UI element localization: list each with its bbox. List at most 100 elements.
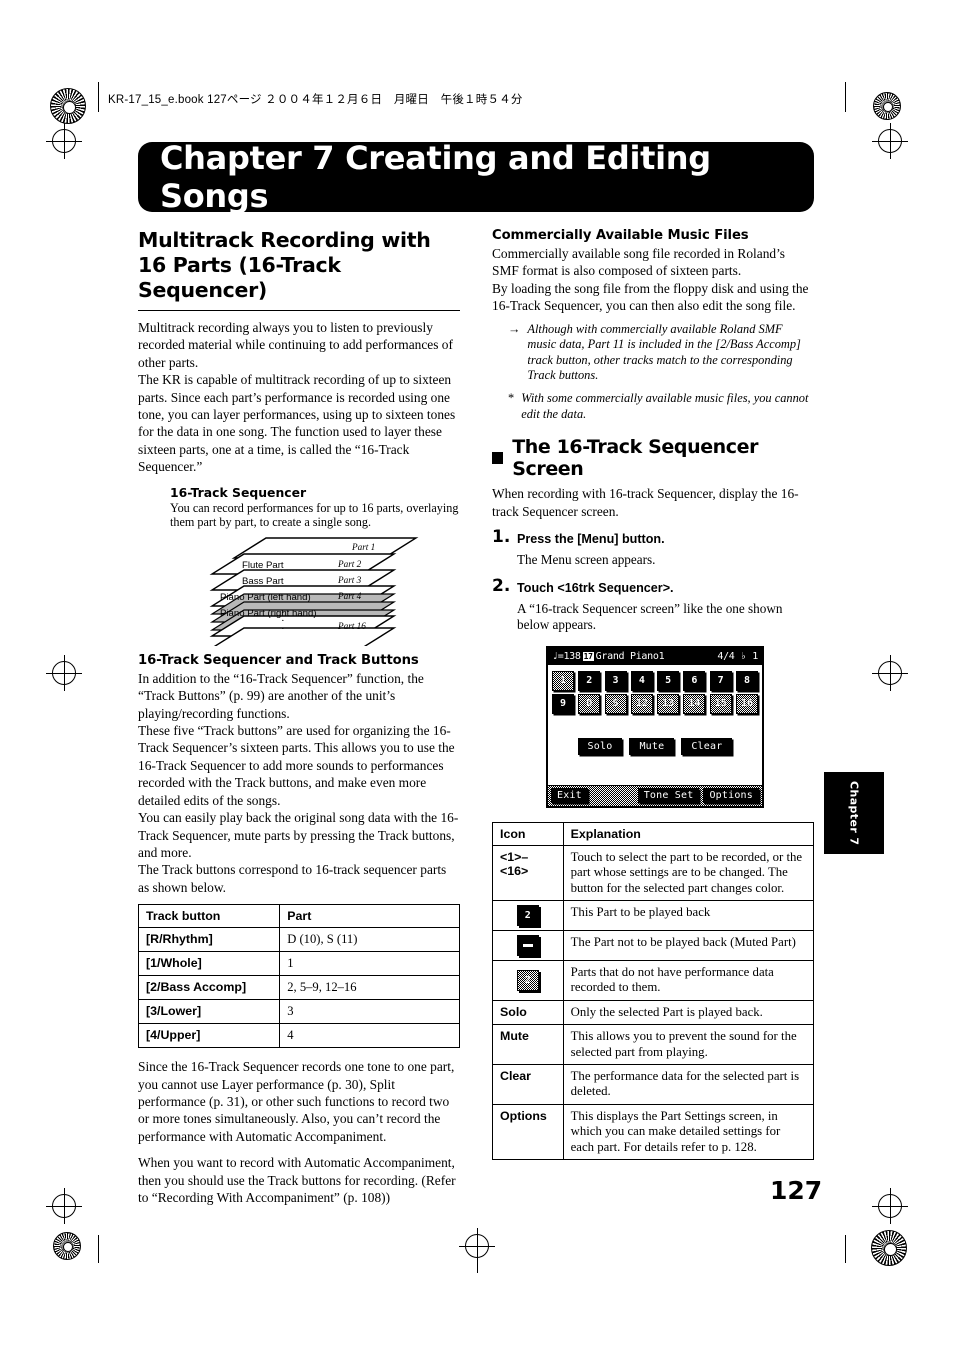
figure-caption: 16-Track Sequencer [170,484,307,500]
chapter-thumb-tab: Chapter 7 [824,772,884,854]
icon-cell-pad-empty: 2 [492,960,564,1001]
column-header-part: Part [279,904,460,929]
print-rosette-bottom-right [871,1230,907,1266]
intro-paragraph-1: Multitrack recording always you to liste… [138,320,453,370]
chapter-banner: Chapter 7 Creating and Editing Songs [138,139,814,215]
layer-label-piano-right: Piano Part (right hand) [220,607,317,619]
icon-explanation-table: Icon Explanation <1>– <16> Touch to sele… [492,821,815,1161]
right-column: Commercially Available Music Files Comme… [492,228,815,1170]
track-button-name: [2/Bass Accomp] [137,975,281,1001]
options-button[interactable]: Options [703,788,759,804]
chapter-thumb-tab-label: Chapter 7 [847,780,861,846]
print-rosette-bottom-left [53,1232,81,1260]
step-2: 2. Touch <16trk Sequencer>. [492,575,814,596]
part-pad-3[interactable]: 3 [604,670,627,691]
tempo-value: ♩=138 [552,650,581,662]
part-pad-empty-icon: 2 [516,969,539,991]
step-1-body: The Menu screen appears. [517,552,656,567]
asterisk-icon: * [508,391,515,405]
mute-button[interactable]: Mute [629,737,675,755]
table-row: [2/Bass Accomp] 2, 5–9, 12–16 [137,975,460,1001]
track-buttons-paragraph-4: The Track buttons correspond to 16-track… [138,862,447,895]
part-pad-1[interactable]: 1 [552,670,574,691]
column-header-explanation: Explanation [562,821,815,846]
lcd-screen: ♩=138 17 Grand Piano1 4/4 ♭ 1 1 2 3 4 5 … [546,645,764,808]
table-row: 2 Parts that do not have performance dat… [492,960,815,1001]
lcd-left-status: ♩=138 17 Grand Piano1 [552,650,665,662]
part-label-1: Part 1 [352,541,376,552]
table-row: Solo Only the selected Part is played ba… [492,999,815,1026]
table-row: [R/Rhythm] D (10), S (11) [137,927,460,953]
track-part-value: 1 [279,951,460,977]
crop-line-left [98,82,99,112]
layer-label-bass: Bass Part [242,575,284,587]
closing-paragraph-1: Since the 16-Track Sequencer records one… [138,1059,455,1144]
table-header-row: Icon Explanation [492,821,815,846]
table-row: Clear The performance data for the selec… [492,1064,815,1105]
exit-button[interactable]: Exit [551,788,588,804]
part-pad-4[interactable]: 4 [630,670,653,691]
figure-description: You can record performances for up to 16… [170,500,459,530]
layer-stack-diagram: Flute Part Bass Part Piano Part (left ha… [188,536,438,646]
track-buttons-paragraph-2: These five “Track buttons” are used for … [138,723,455,808]
table-row: <1>– <16> Touch to select the part to be… [492,844,815,902]
icon-label-options: Options [492,1103,564,1161]
part-pad-15[interactable]: 15 [709,693,732,714]
part-pad-drum[interactable]: D [578,693,601,714]
part-label-2: Part 2 [338,558,362,569]
subsection-heading-music-files: Commercially Available Music Files [492,228,749,243]
part-pad-8[interactable]: 8 [735,670,758,691]
icon-explanation: This Part to be played back [562,900,815,931]
sequencer-figure: 16-Track Sequencer You can record perfor… [170,484,460,646]
part-pad-row-1: 1 2 3 4 5 6 7 8 [552,670,758,691]
print-rosette-top-right [873,92,901,120]
part-pad-12[interactable]: 12 [630,693,653,714]
block-heading-label: The 16-Track Sequencer Screen [512,436,759,481]
print-rosette-top-left [50,88,86,124]
music-files-paragraph-2: By loading the song file from the floppy… [492,280,809,314]
tone-set-button[interactable]: Tone Set [637,788,700,804]
part-pad-2[interactable]: 2 [578,670,601,691]
part-pad-grid: 1 2 3 4 5 6 7 8 9 D S 12 13 14 15 16 [548,665,762,714]
block-heading-sequencer-screen: The 16-Track Sequencer Screen [492,436,814,480]
track-part-value: D (10), S (11) [279,927,460,953]
part-pad-16[interactable]: 16 [735,693,758,714]
icon-cell-pad-on: 2 [492,900,564,931]
part-pad-6[interactable]: 6 [683,670,706,691]
track-button-name: [1/Whole] [137,951,281,977]
part-pad-sfx[interactable]: S [604,693,627,714]
layer-label-piano-left: Piano Part (left hand) [220,591,311,603]
part-pad-9[interactable]: 9 [552,693,574,714]
part-pad-5[interactable]: 5 [657,670,680,691]
table-row: [3/Lower] 3 [137,999,460,1025]
step-number: 2. [492,575,511,596]
track-part-value: 4 [279,1023,460,1049]
music-files-paragraph-1: Commercially available song file recorde… [492,246,786,279]
intro-paragraph-2: The KR is capable of multitrack recordin… [138,372,456,475]
file-slug: KR-17_15_e.book 127ページ ２００４年１２月６日 月曜日 午後… [108,94,523,106]
icon-explanation: The Part not to be played back (Muted Pa… [562,930,815,961]
part-pad-7[interactable]: 7 [709,670,732,691]
lcd-action-buttons: Solo Mute Clear [548,737,762,755]
table-row: The Part not to be played back (Muted Pa… [492,930,815,961]
registration-mark-top-left [46,123,82,159]
track-button-name: [R/Rhythm] [137,927,281,953]
icon-label-mute: Mute [492,1024,564,1066]
layer-label-flute: Flute Part [242,559,284,571]
solo-button[interactable]: Solo [577,737,623,755]
step-heading: Press the [Menu] button. [517,532,665,546]
block-intro-paragraph: When recording with 16-track Sequencer, … [492,486,799,519]
part-pad-14[interactable]: 14 [683,693,706,714]
registration-mark-mid-left [46,655,82,691]
crop-line-bottom-right [845,1235,846,1263]
icon-explanation: This allows you to prevent the sound for… [562,1024,815,1066]
icon-explanation: Touch to select the part to be recorded,… [562,844,815,902]
table-row: [1/Whole] 1 [137,951,460,977]
registration-mark-bottom-right [872,1188,908,1224]
clear-button[interactable]: Clear [681,737,733,755]
part-pad-13[interactable]: 13 [657,693,680,714]
track-button-table: Track button Part [R/Rhythm] D (10), S (… [137,904,460,1049]
icon-explanation: The performance data for the selected pa… [562,1064,815,1105]
track-button-name: [4/Upper] [137,1023,281,1049]
table-row: Mute This allows you to prevent the soun… [492,1024,815,1066]
